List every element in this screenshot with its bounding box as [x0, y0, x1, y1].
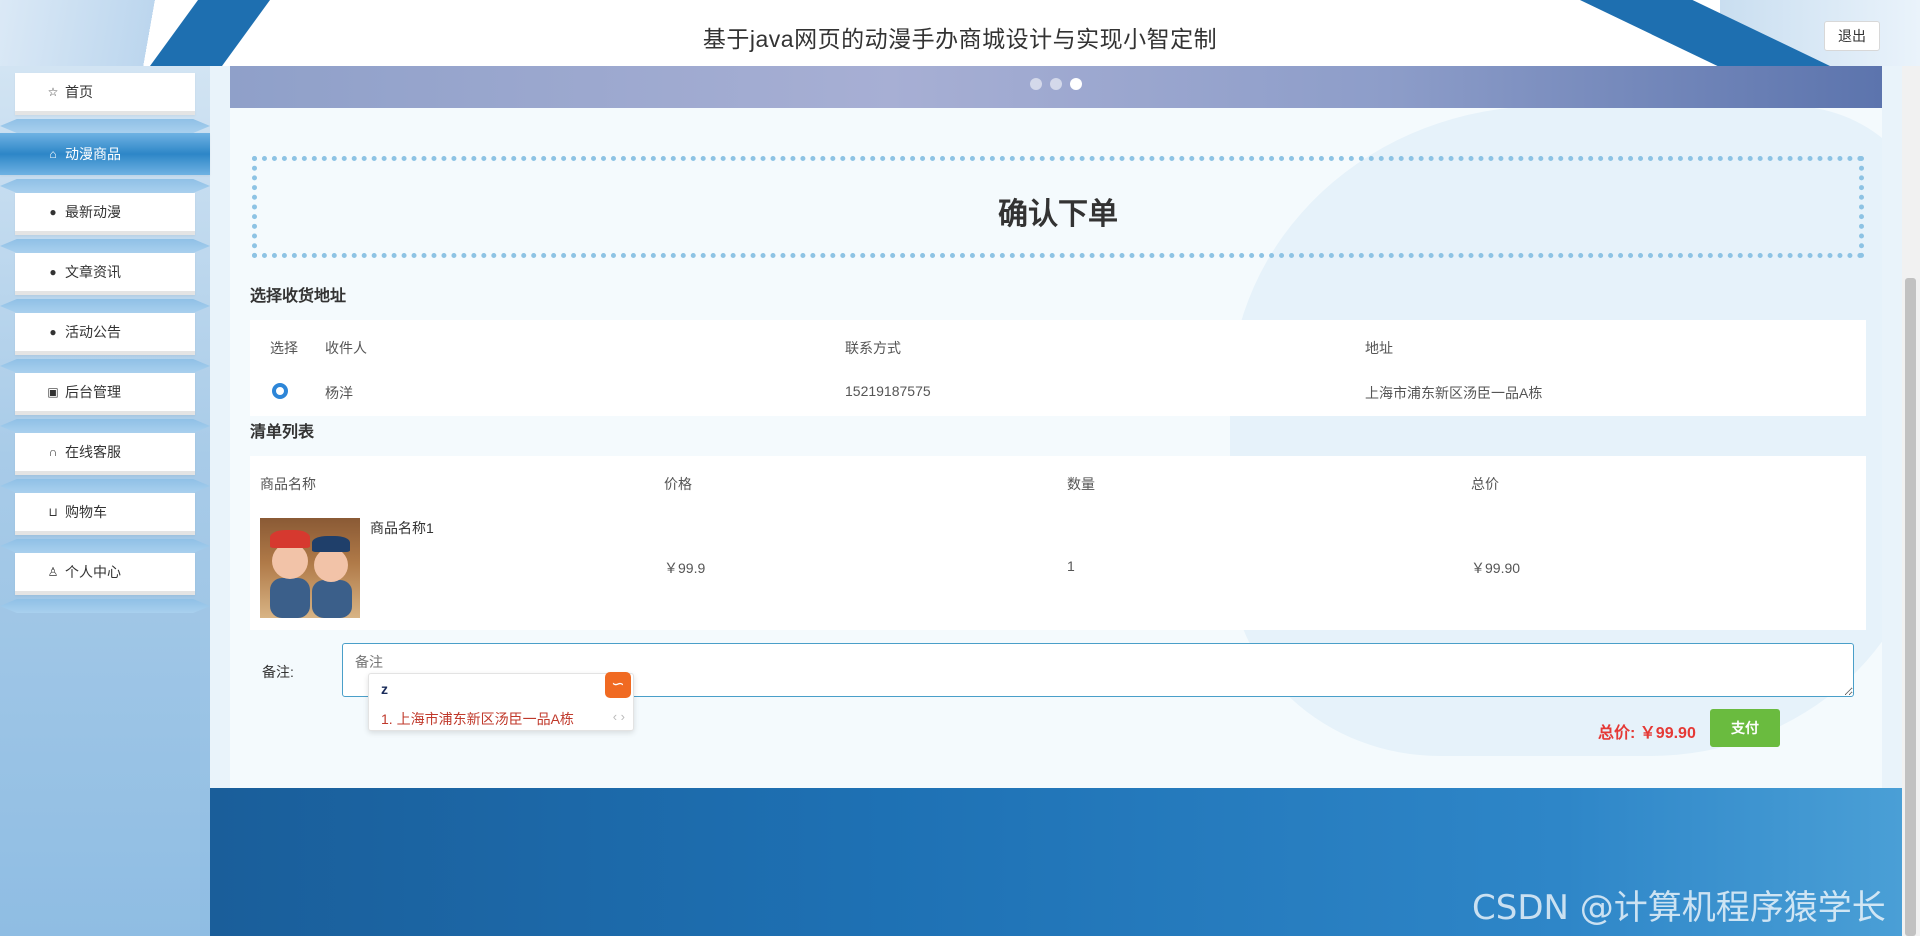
product-quantity: 1	[1067, 558, 1075, 574]
address-radio-selected[interactable]	[272, 383, 288, 399]
order-items-table: 商品名称 价格 数量 总价 商品名称1 ￥99.9 1 ￥99.90	[250, 456, 1866, 630]
sidebar-separator	[0, 239, 210, 253]
ime-page-arrows[interactable]: ‹ ›	[613, 709, 625, 724]
sidebar-separator	[0, 599, 210, 613]
ime-logo-icon: ∽	[605, 672, 631, 698]
sidebar-item-label: 文章资讯	[65, 264, 121, 280]
sidebar: ☆ 首页 ⌂ 动漫商品 ● 最新动漫 ● 文章资讯 ● 活动公告 ▣ 后台管理 …	[0, 66, 210, 936]
product-total: ￥99.90	[1471, 560, 1521, 576]
sidebar-item-latest-anime[interactable]: ● 最新动漫	[15, 193, 195, 235]
bag-icon: ⌂	[49, 147, 57, 161]
total-value: ￥99.90	[1639, 725, 1696, 742]
order-title-box: 确认下单	[252, 156, 1864, 258]
headset-icon: ∩	[48, 445, 58, 459]
pay-button[interactable]: 支付	[1710, 709, 1780, 747]
sidebar-item-label: 最新动漫	[65, 204, 121, 220]
sidebar-item-home[interactable]: ☆ 首页	[15, 73, 195, 115]
order-title: 确认下单	[998, 198, 1118, 231]
sidebar-item-label: 首页	[65, 84, 93, 100]
top-header: 基于java网页的动漫手办商城设计与实现小智定制 退出	[0, 0, 1920, 66]
column-header-receiver: 收件人	[325, 340, 367, 356]
info-icon: ●	[49, 325, 57, 339]
sidebar-separator	[0, 119, 210, 133]
sidebar-separator	[0, 539, 210, 553]
product-image	[260, 518, 360, 618]
address-table: 选择 收件人 联系方式 地址 杨洋 15219187575 上海市浦东新区汤臣一…	[250, 320, 1866, 416]
sidebar-separator	[0, 179, 210, 193]
column-header-name: 商品名称	[260, 476, 316, 492]
sidebar-item-label: 后台管理	[65, 384, 121, 400]
sidebar-item-admin[interactable]: ▣ 后台管理	[15, 373, 195, 415]
page-scrollbar[interactable]	[1902, 0, 1920, 936]
site-title: 基于java网页的动漫手办商城设计与实现小智定制	[702, 26, 1218, 52]
list-section-title: 清单列表	[250, 424, 315, 441]
ime-candidate[interactable]: 1. 上海市浦东新区汤臣一品A栋	[381, 709, 574, 729]
star-icon: ☆	[47, 85, 59, 99]
ime-candidate-popup: z 1. 上海市浦东新区汤臣一品A栋 ‹ › ∽	[368, 672, 634, 731]
remark-label: 备注:	[262, 664, 294, 680]
carousel-dots	[1030, 78, 1082, 90]
main-content: 确认下单 选择收货地址 选择 收件人 联系方式 地址 杨洋 1521918757…	[230, 66, 1882, 788]
sidebar-item-label: 活动公告	[65, 324, 121, 340]
address-phone: 15219187575	[845, 383, 931, 399]
sidebar-item-label: 个人中心	[65, 564, 121, 580]
column-header-phone: 联系方式	[845, 340, 901, 356]
total-label: 总价:	[1598, 725, 1636, 742]
cart-icon: ⊔	[48, 505, 58, 519]
column-header-quantity: 数量	[1067, 476, 1095, 492]
ime-composing-text: z	[381, 681, 388, 697]
sidebar-item-label: 动漫商品	[65, 146, 121, 162]
question-icon: ●	[49, 265, 57, 279]
briefcase-icon: ▣	[47, 385, 59, 399]
address-receiver: 杨洋	[325, 385, 353, 401]
carousel-dot[interactable]	[1030, 78, 1042, 90]
sidebar-item-label: 购物车	[65, 504, 107, 520]
sidebar-item-announcements[interactable]: ● 活动公告	[15, 313, 195, 355]
watermark: CSDN @计算机程序猿学长	[1472, 888, 1886, 928]
sidebar-item-articles[interactable]: ● 文章资讯	[15, 253, 195, 295]
product-price: ￥99.9	[664, 560, 706, 576]
order-total: 总价: ￥99.90	[1598, 719, 1696, 743]
address-detail: 上海市浦东新区汤臣一品A栋	[1365, 385, 1543, 401]
sidebar-item-profile[interactable]: ♙ 个人中心	[15, 553, 195, 595]
alert-icon: ●	[49, 205, 57, 219]
logout-button[interactable]: 退出	[1824, 21, 1880, 51]
sidebar-separator	[0, 299, 210, 313]
column-header-address: 地址	[1365, 340, 1393, 356]
sidebar-item-customer-service[interactable]: ∩ 在线客服	[15, 433, 195, 475]
banner-carousel	[230, 66, 1882, 108]
user-icon: ♙	[47, 565, 59, 579]
sidebar-item-cart[interactable]: ⊔ 购物车	[15, 493, 195, 535]
sidebar-separator	[0, 419, 210, 433]
carousel-dot-active[interactable]	[1070, 78, 1082, 90]
sidebar-item-anime-products[interactable]: ⌂ 动漫商品	[0, 133, 210, 175]
address-section-title: 选择收货地址	[250, 288, 347, 305]
carousel-dot[interactable]	[1050, 78, 1062, 90]
product-name: 商品名称1	[370, 520, 434, 536]
column-header-price: 价格	[664, 476, 692, 492]
column-header-total: 总价	[1471, 476, 1499, 492]
scrollbar-thumb[interactable]	[1905, 278, 1916, 936]
sidebar-item-label: 在线客服	[65, 444, 121, 460]
sidebar-separator	[0, 479, 210, 493]
sidebar-separator	[0, 359, 210, 373]
column-header-select: 选择	[270, 340, 298, 356]
